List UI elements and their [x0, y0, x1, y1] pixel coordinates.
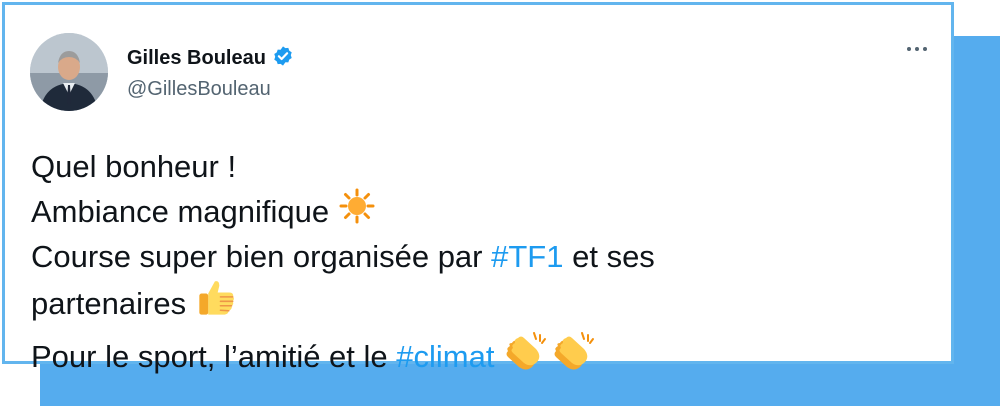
tweet-line: Pour le sport, l’amitié et le #climat	[31, 329, 931, 384]
tweet-line-text: partenaires	[31, 286, 187, 321]
avatar[interactable]	[30, 33, 108, 111]
author-handle[interactable]: @GillesBouleau	[127, 78, 271, 101]
tweet-line-text: Course super bien organisée par	[31, 239, 492, 274]
clapping-hands-emoji-icon	[552, 329, 598, 384]
tweet-line: Quel bonheur !	[31, 145, 931, 188]
tweet-line-text: et ses	[563, 239, 655, 274]
tweet-text: Quel bonheur ! Ambiance magnifique Cours…	[31, 145, 931, 384]
tweet-line-text: Quel bonheur !	[31, 149, 237, 184]
author-name[interactable]: Gilles Bouleau	[127, 47, 266, 70]
tweet-card: Gilles Bouleau @GillesBouleau Quel bonhe…	[2, 2, 954, 374]
tweet-line: Ambiance magnifique	[31, 188, 931, 235]
more-options-icon[interactable]	[907, 47, 927, 51]
thumbs-up-emoji-icon	[196, 278, 236, 329]
tweet-line-text: Pour le sport, l’amitié et le	[31, 339, 397, 374]
verified-badge-icon	[272, 45, 294, 72]
author-row: Gilles Bouleau	[127, 45, 294, 72]
clapping-hands-emoji-icon	[504, 329, 550, 384]
tweet-line-text: Ambiance magnifique	[31, 194, 330, 229]
sun-emoji-icon	[339, 188, 375, 235]
hashtag-link-tf1[interactable]: #TF1	[491, 235, 563, 278]
tweet-line: Course super bien organisée par #TF1 et …	[31, 235, 931, 278]
hashtag-link-climat[interactable]: #climat	[396, 335, 494, 378]
tweet-line: partenaires	[31, 278, 931, 329]
